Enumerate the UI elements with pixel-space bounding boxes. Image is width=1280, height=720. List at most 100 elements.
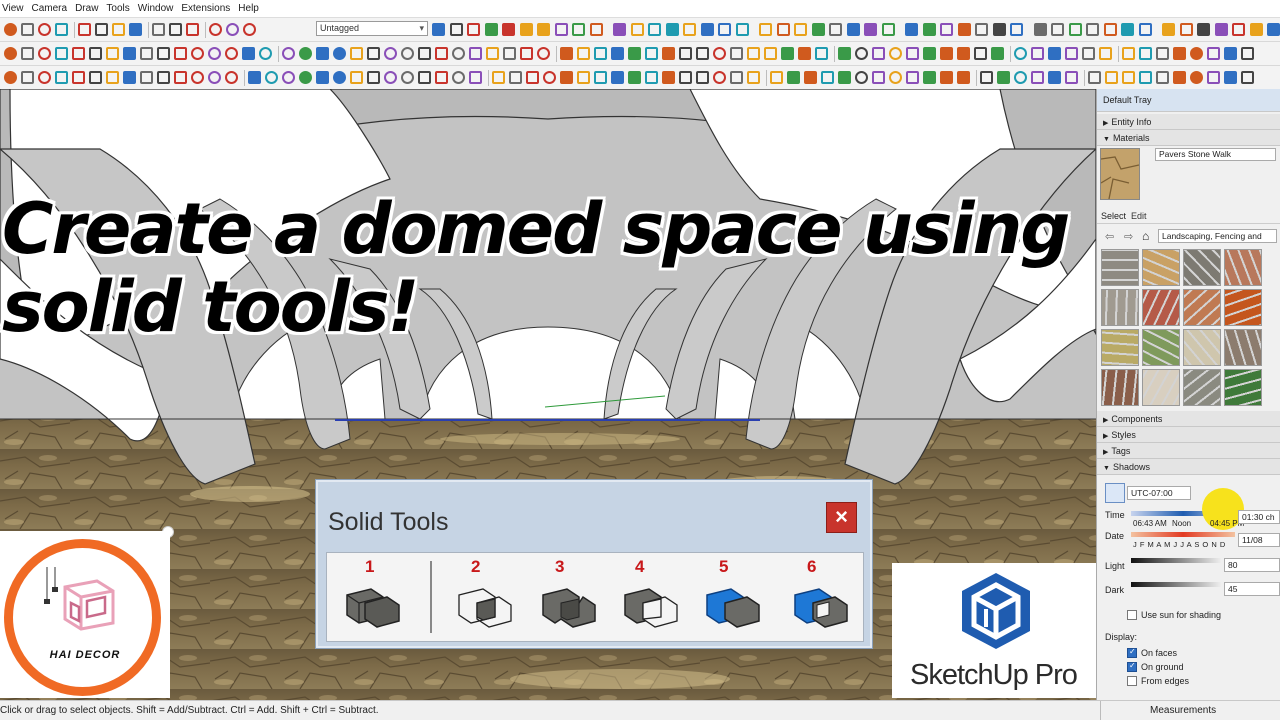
toolbar-tool-button[interactable] [72,71,85,84]
use-sun-checkbox[interactable] [1127,610,1137,620]
toolbar-tool-button[interactable] [1179,23,1193,36]
toolbar-tool-button[interactable] [1197,23,1210,36]
toolbar-tool-button[interactable] [815,47,828,60]
toolbar-tool-button[interactable] [829,23,842,36]
toolbar-tool-button[interactable] [21,71,34,84]
toolbar-tool-button[interactable] [975,23,988,36]
toolbar-tool-button[interactable] [140,47,153,60]
timezone-select[interactable]: UTC-07:00 [1127,486,1191,500]
toolbar-tool-button[interactable] [577,47,590,60]
tab-edit[interactable]: Edit [1131,211,1147,221]
toolbar-tool-button[interactable] [991,47,1004,60]
dark-value-field[interactable]: 45 [1224,582,1280,596]
toolbar-tool-button[interactable] [225,71,238,84]
material-swatch[interactable] [1224,249,1262,286]
split-icon[interactable] [789,581,849,631]
toolbar-tool-button[interactable] [974,47,987,60]
outer-shell-icon[interactable] [341,581,401,631]
toolbar-tool-button[interactable] [418,71,431,84]
toolbar-tool-button[interactable] [577,71,590,84]
toolbar-tool-button[interactable] [467,23,480,36]
toolbar-tool-button[interactable] [1014,71,1027,84]
toolbar-tool-button[interactable] [662,47,675,60]
toolbar-tool-button[interactable] [798,47,811,60]
toolbar-tool-button[interactable] [747,71,760,84]
from-edges-checkbox[interactable] [1127,676,1137,686]
toolbar-tool-button[interactable] [191,71,204,84]
close-icon[interactable]: × [826,502,857,533]
menu-window[interactable]: Window [138,3,174,14]
toolbar-tool-button[interactable] [781,47,794,60]
toolbar-tool-button[interactable] [589,23,603,36]
toolbar-tool-button[interactable] [543,71,556,84]
toolbar-tool-button[interactable] [776,23,790,36]
toolbar-tool-button[interactable] [503,47,516,60]
toolbar-tool-button[interactable] [452,47,465,60]
toolbar-tool-button[interactable] [1014,47,1027,60]
toolbar-tool-button[interactable] [208,47,221,60]
toolbar-tool-button[interactable] [401,71,414,84]
toolbar-tool-button[interactable] [764,47,777,60]
toolbar-tool-button[interactable] [855,71,868,84]
toolbar-tool-button[interactable] [696,71,709,84]
toolbar-tool-button[interactable] [630,23,644,36]
toolbar-tool-button[interactable] [106,71,119,84]
toolbar-tool-button[interactable] [787,71,800,84]
material-swatch[interactable] [1101,289,1139,326]
toolbar-tool-button[interactable] [282,47,295,60]
toolbar-tool-button[interactable] [713,71,726,84]
toolbar-tool-button[interactable] [1122,71,1135,84]
toolbar-tool-button[interactable] [169,23,182,36]
toolbar-tool-button[interactable] [435,47,448,60]
toolbar-tool-button[interactable] [4,23,17,36]
trim-icon[interactable] [701,581,761,631]
toolbar-tool-button[interactable] [735,23,749,36]
toolbar-tool-button[interactable] [72,47,85,60]
material-swatch[interactable] [1183,329,1221,366]
toolbar-tool-button[interactable] [316,71,329,84]
toolbar-tool-button[interactable] [1033,23,1047,36]
toolbar-tool-button[interactable] [923,71,936,84]
toolbar-tool-button[interactable] [316,47,329,60]
toolbar-tool-button[interactable] [89,71,102,84]
toolbar-tool-button[interactable] [469,71,482,84]
tab-select[interactable]: Select [1101,211,1126,221]
toolbar-tool-button[interactable] [259,47,272,60]
toolbar-tool-button[interactable] [759,23,772,36]
toolbar-tool-button[interactable] [1139,47,1152,60]
material-library-select[interactable]: Landscaping, Fencing and [1158,229,1277,243]
toolbar-tool-button[interactable] [838,71,851,84]
toolbar-tool-button[interactable] [611,47,624,60]
toolbar-tool-button[interactable] [452,71,465,84]
menu-extensions[interactable]: Extensions [181,3,230,14]
toolbar-tool-button[interactable] [811,23,825,36]
material-name-field[interactable]: Pavers Stone Walk [1155,148,1276,161]
toolbar-tool-button[interactable] [1162,23,1175,36]
toolbar-tool-button[interactable] [940,23,953,36]
toolbar-tool-button[interactable] [1139,71,1152,84]
toolbar-tool-button[interactable] [191,47,204,60]
material-swatch[interactable] [1142,329,1180,366]
toolbar-tool-button[interactable] [1068,23,1082,36]
toolbar-tool-button[interactable] [872,47,885,60]
toolbar-tool-button[interactable] [645,71,658,84]
toolbar-tool-button[interactable] [1241,71,1254,84]
panel-entity-info[interactable]: ▶ Entity Info [1097,114,1280,130]
panel-materials[interactable]: ▼ Materials [1097,130,1280,146]
toolbar-tool-button[interactable] [679,71,692,84]
toolbar-tool-button[interactable] [957,47,970,60]
toolbar-tool-button[interactable] [1190,47,1203,60]
light-value-field[interactable]: 80 [1224,558,1280,572]
toolbar-tool-button[interactable] [1214,23,1228,36]
material-swatch[interactable] [1224,329,1262,366]
toolbar-tool-button[interactable] [846,23,860,36]
toolbar-tool-button[interactable] [242,47,255,60]
toolbar-tool-button[interactable] [940,47,953,60]
toolbar-tool-button[interactable] [4,47,17,60]
toolbar-tool-button[interactable] [1086,23,1099,36]
toolbar-tool-button[interactable] [1173,71,1186,84]
toolbar-tool-button[interactable] [957,71,970,84]
toolbar-tool-button[interactable] [509,71,522,84]
toolbar-tool-button[interactable] [152,23,165,36]
toolbar-tool-button[interactable] [1224,47,1237,60]
